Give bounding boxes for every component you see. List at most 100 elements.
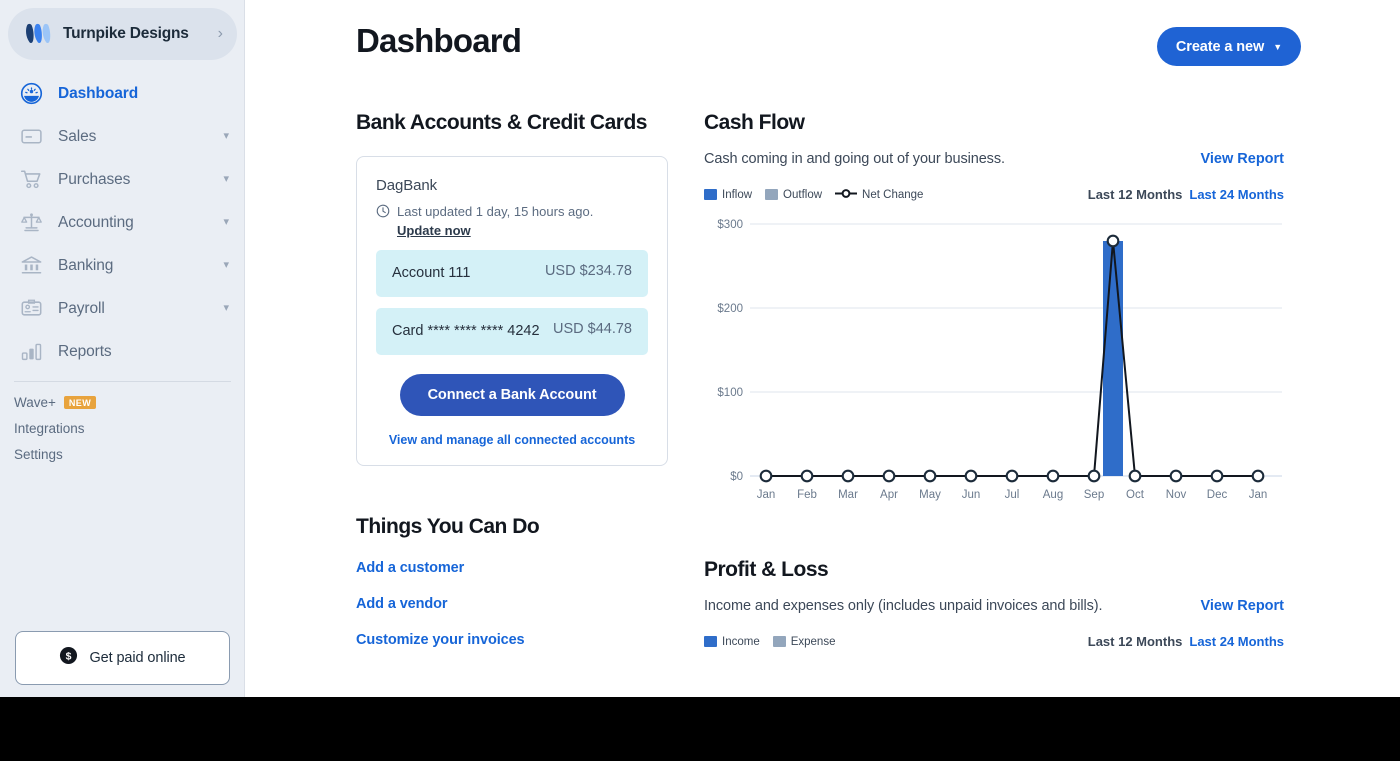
bank-last-updated-text: Last updated 1 day, 15 hours ago. [397,204,594,220]
sidebar-sublink-label: Wave+ [14,394,56,410]
customize-your-invoices-link[interactable]: Customize your invoices [356,632,668,648]
scales-icon [20,211,50,234]
main-content: Dashboard Create a new ▼ Bank Accounts &… [245,0,1400,697]
account-name: Card **** **** **** 4242 [392,323,540,340]
add-a-vendor-link[interactable]: Add a vendor [356,596,668,612]
create-a-new-button[interactable]: Create a new ▼ [1156,27,1301,66]
create-a-new-label: Create a new [1175,38,1265,55]
legend-item-net-change: Net Change [835,188,923,202]
net-change-markers [759,234,1265,483]
things-you-can-do-section: Things You Can Do Add a customer Add a v… [356,514,668,647]
get-paid-online-button[interactable]: $ Get paid online [15,631,230,685]
svg-text:$300: $300 [717,219,743,231]
range-last-24-months[interactable]: Last 24 Months [1189,187,1284,202]
profit-loss-legend: Income Expense [704,636,835,648]
account-balance: USD $44.78 [553,321,632,338]
sidebar-sublinks: Wave+ NEW Integrations Settings [14,389,234,467]
net-change-line [766,241,1258,478]
sidebar-item-settings[interactable]: Settings [14,441,234,467]
svg-text:Mar: Mar [838,489,858,501]
cash-flow-legend-row: Inflow Outflow Net Change Last 12 Months… [704,187,1284,202]
caret-down-icon: ▼ [1273,41,1282,52]
sidebar-item-label: Sales [58,127,97,145]
sidebar-item-reports[interactable]: Reports [0,330,245,373]
account-row[interactable]: Card **** **** **** 4242 USD $44.78 [376,308,648,356]
chevron-down-icon: ▾ [223,130,229,142]
svg-text:Jun: Jun [962,489,981,501]
svg-text:$100: $100 [717,387,743,399]
shopping-cart-icon [20,168,50,191]
things-section-title: Things You Can Do [356,515,540,539]
cash-flow-description: Cash coming in and going out of your bus… [704,151,1005,168]
legend-label: Net Change [862,188,924,201]
cash-flow-chart: $300 $200 $100 $0 Jan Feb Mar Apr May Ju… [704,216,1284,519]
bank-name: DagBank [376,177,438,195]
credit-card-icon [20,125,50,148]
bank-card: DagBank Last updated 1 day, 15 hours ago… [356,156,668,467]
sidebar-item-integrations[interactable]: Integrations [14,415,234,441]
sidebar-sublink-label: Integrations [14,420,85,436]
sidebar-item-label: Banking [58,256,114,274]
svg-text:$200: $200 [717,303,743,315]
range-last-12-months[interactable]: Last 12 Months [1088,187,1183,202]
workspace-name: Turnpike Designs [63,25,189,42]
profit-loss-panel: Profit & Loss Income and expenses only (… [704,557,1284,649]
add-a-customer-link[interactable]: Add a customer [356,560,668,576]
svg-text:Sep: Sep [1084,489,1104,501]
page-title: Dashboard [356,22,522,59]
sidebar-item-wave-plus[interactable]: Wave+ NEW [14,389,234,415]
inflow-swatch-icon [704,189,717,201]
dollar-coin-icon: $ [59,646,78,670]
legend-item-income: Income [704,636,760,648]
bank-building-icon [20,254,50,277]
manage-accounts-link[interactable]: View and manage all connected accounts [376,433,648,447]
svg-text:Dec: Dec [1207,489,1228,501]
chart-y-axis-labels: $300 $200 $100 $0 [717,219,743,483]
sidebar-divider [14,381,231,382]
chevron-right-icon: › [217,25,223,42]
legend-item-outflow: Outflow [765,189,822,201]
sidebar-item-dashboard[interactable]: Dashboard [0,72,245,115]
range-last-12-months[interactable]: Last 12 Months [1088,634,1183,649]
bank-last-updated: Last updated 1 day, 15 hours ago. Update… [376,203,648,239]
legend-label: Income [722,635,760,648]
left-column: Bank Accounts & Credit Cards DagBank Las… [356,110,668,648]
account-row[interactable]: Account 111 USD $234.78 [376,250,648,298]
cash-flow-legend: Inflow Outflow Net Change [704,188,923,202]
profit-loss-title: Profit & Loss [704,558,829,582]
sidebar-item-label: Reports [58,342,112,360]
cash-flow-view-report-link[interactable]: View Report [1200,151,1284,167]
svg-text:Feb: Feb [797,489,817,501]
sidebar-item-label: Accounting [58,213,134,231]
expense-swatch-icon [772,636,786,648]
sidebar-item-label: Payroll [58,299,105,317]
profit-loss-view-report-link[interactable]: View Report [1200,598,1284,614]
svg-text:Nov: Nov [1166,489,1187,501]
cash-flow-subheader: Cash coming in and going out of your bus… [704,151,1284,167]
chevron-down-icon: ▾ [223,302,229,314]
profit-loss-subheader: Income and expenses only (includes unpai… [704,598,1284,614]
profit-loss-legend-row: Income Expense Last 12 Months Last 24 Mo… [704,634,1284,649]
svg-text:Apr: Apr [880,489,898,501]
chevron-down-icon: ▾ [223,216,229,228]
sidebar-item-sales[interactable]: Sales ▾ [0,115,245,158]
workspace-selector[interactable]: Turnpike Designs › [8,8,237,60]
account-balance: USD $234.78 [544,263,632,280]
legend-item-inflow: Inflow [704,189,752,201]
sidebar-item-payroll[interactable]: Payroll ▾ [0,287,245,330]
svg-text:Aug: Aug [1043,489,1063,501]
sidebar-item-purchases[interactable]: Purchases ▾ [0,158,245,201]
chevron-down-icon: ▾ [223,173,229,185]
sidebar-item-accounting[interactable]: Accounting ▾ [0,201,245,244]
income-swatch-icon [704,636,717,648]
svg-text:May: May [919,489,941,501]
connect-a-bank-account-button[interactable]: Connect a Bank Account [399,374,625,417]
range-last-24-months[interactable]: Last 24 Months [1189,634,1284,649]
sidebar: Turnpike Designs › Dashboard Sales ▾ Pur… [0,0,245,697]
sidebar-nav: Dashboard Sales ▾ Purchases ▾ Accounting… [0,72,245,373]
sidebar-item-label: Dashboard [58,84,139,102]
sidebar-sublink-label: Settings [14,446,63,462]
update-now-link[interactable]: Update now [397,222,471,240]
legend-label: Inflow [722,188,753,201]
sidebar-item-banking[interactable]: Banking ▾ [0,244,245,287]
